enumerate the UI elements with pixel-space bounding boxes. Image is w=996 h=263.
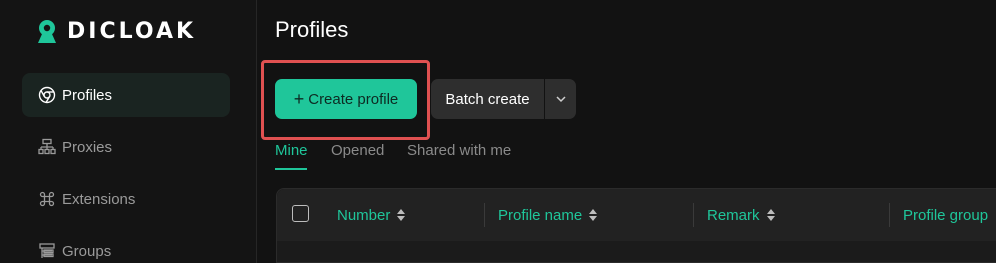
brand-name: DICLOAK (67, 18, 197, 44)
app-window: DICLOAK Profiles Proxies Extensions Grou… (0, 0, 996, 263)
profiles-table: Number Profile name Remark Profile group (276, 188, 996, 263)
groups-icon (38, 242, 56, 260)
column-divider (484, 203, 485, 227)
command-icon (38, 190, 56, 208)
plus-icon: + (293, 88, 305, 109)
batch-create-dropdown[interactable] (545, 79, 576, 119)
select-all-checkbox[interactable] (292, 205, 309, 222)
column-divider (889, 203, 890, 227)
table-header: Number Profile name Remark Profile group (277, 189, 996, 241)
tab-mine[interactable]: Mine (275, 142, 308, 159)
network-icon (38, 138, 56, 156)
chevron-down-icon (555, 96, 566, 103)
column-header-remark[interactable]: Remark (707, 189, 775, 241)
batch-create-button[interactable]: Batch create (431, 79, 544, 119)
logo-mark-icon (38, 20, 56, 43)
logo: DICLOAK (33, 17, 196, 45)
chrome-icon (38, 86, 56, 104)
column-header-profile-name[interactable]: Profile name (498, 189, 598, 241)
sidebar-item-proxies[interactable]: Proxies (22, 125, 230, 169)
sidebar-item-profiles[interactable]: Profiles (22, 73, 230, 117)
sidebar-item-label: Groups (62, 242, 112, 260)
sidebar-item-label: Extensions (62, 190, 136, 208)
column-divider (693, 203, 694, 227)
create-profile-button[interactable]: + Create profile (275, 79, 417, 119)
sidebar-item-label: Profiles (62, 86, 113, 104)
column-header-number[interactable]: Number (337, 189, 406, 241)
sort-icon (589, 209, 598, 221)
column-header-profile-group[interactable]: Profile group (903, 189, 988, 241)
sidebar: DICLOAK Profiles Proxies Extensions Grou… (0, 0, 257, 263)
sidebar-item-label: Proxies (62, 138, 113, 156)
create-profile-label: Create profile (308, 90, 399, 108)
sidebar-item-groups[interactable]: Groups (22, 229, 230, 263)
active-tab-indicator (275, 168, 307, 170)
sort-icon (397, 209, 406, 221)
tab-shared-with-me[interactable]: Shared with me (407, 142, 511, 159)
sidebar-item-extensions[interactable]: Extensions (22, 177, 230, 221)
sort-icon (766, 209, 775, 221)
tab-opened[interactable]: Opened (331, 142, 384, 159)
page-title: Profiles (275, 17, 349, 42)
